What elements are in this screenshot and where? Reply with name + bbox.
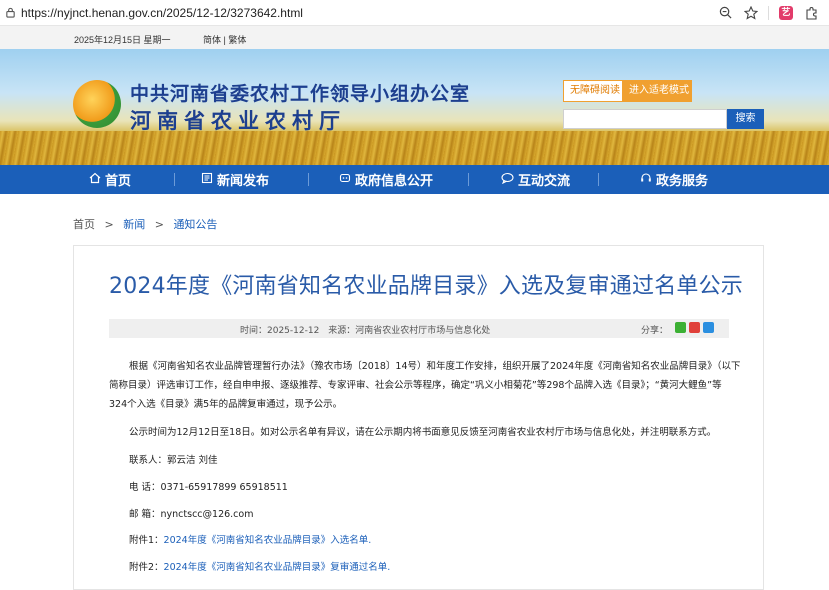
attachment-2: 附件2：2024年度《河南省知名农业品牌目录》复审通过名单. [129, 558, 390, 577]
nav-item-home[interactable]: 首页 [89, 165, 131, 194]
site-banner: 中共河南省委农村工作领导小组办公室 河南省农业农村厅 无障碍阅读 进入适老模式 … [0, 49, 829, 165]
nav-item-interaction[interactable]: 互动交流 [501, 165, 570, 194]
site-logo [73, 80, 121, 128]
extension-icon[interactable]: 艺 [777, 4, 795, 22]
lock-icon[interactable] [3, 6, 17, 20]
breadcrumb-home[interactable]: 首页 [73, 218, 95, 231]
contact-person: 联系人：郭云洁 刘佳 [129, 455, 218, 466]
site-title-line2: 河南省农业农村厅 [130, 108, 346, 133]
address-bar[interactable]: https://nyjnct.henan.gov.cn/2025/12-12/3… [21, 6, 716, 20]
nav-item-label: 政务服务 [656, 174, 709, 189]
chat-icon [501, 172, 514, 187]
news-icon [201, 172, 213, 187]
star-icon[interactable] [742, 4, 760, 22]
search-input[interactable] [563, 109, 727, 129]
article-paragraph: 公示时间为12月12日至18日。如对公示名单有异议，请在公示期内将书面意见反馈至… [129, 427, 717, 438]
home-icon [89, 172, 101, 187]
article-paragraph: 324个入选《目录》满5年的品牌复审通过，现予公示。 [109, 399, 343, 410]
contact-phone: 电 话：0371-65917899 65918511 [129, 482, 288, 493]
gov-info-icon [339, 172, 351, 187]
attachment-link[interactable]: 2024年度《河南省知名农业品牌目录》复审通过名单. [164, 562, 391, 573]
article-paragraph: 简称目录）评选审订工作，经自申申报、逐级推荐、专家评审、社会公示等程序，确定“巩… [109, 380, 722, 391]
attachment-link[interactable]: 2024年度《河南省知名农业品牌目录》入选名单. [164, 535, 372, 546]
accessible-reading-button[interactable]: 无障碍阅读 [563, 80, 623, 102]
wechat-share-icon[interactable] [675, 322, 686, 333]
language-switch[interactable]: 简体 | 繁体 [203, 33, 246, 46]
toolbar-divider [768, 5, 769, 20]
nav-item-label: 新闻发布 [217, 174, 270, 189]
breadcrumb-notices[interactable]: 通知公告 [173, 218, 217, 231]
article-box: 2024年度《河南省知名农业品牌目录》入选及复审通过名单公示 时间：2025-1… [73, 245, 764, 590]
service-icon [640, 172, 652, 187]
top-info-bar: 2025年12月15日 星期一 简体 | 繁体 [0, 26, 829, 49]
puzzle-icon[interactable] [803, 4, 821, 22]
breadcrumb-news[interactable]: 新闻 [123, 218, 145, 231]
nav-item-label: 互动交流 [518, 174, 571, 189]
main-nav: 首页 新闻发布 政府信息公开 互动交流 政务服务 [0, 165, 829, 194]
weibo-share-icon[interactable] [689, 322, 700, 333]
nav-item-label: 首页 [105, 174, 132, 189]
article-meta: 时间：2025-12-12 来源：河南省农业农村厅市场与信息化处 [240, 326, 491, 336]
nav-divider [598, 173, 599, 186]
nav-divider [308, 173, 309, 186]
attachment-label: 附件2： [129, 562, 164, 573]
qq-share-icon[interactable] [703, 322, 714, 333]
article-paragraph: 根据《河南省知名农业品牌管理暂行办法》（豫农市场〔2018〕14号）和年度工作安… [129, 361, 741, 372]
zoom-icon[interactable] [716, 4, 734, 22]
attachment-1: 附件1：2024年度《河南省知名农业品牌目录》入选名单. [129, 531, 371, 550]
browser-toolbar: https://nyjnct.henan.gov.cn/2025/12-12/3… [0, 0, 829, 26]
elder-mode-button[interactable]: 进入适老模式 [622, 80, 692, 102]
nav-item-gov-info[interactable]: 政府信息公开 [339, 165, 433, 194]
nav-item-label: 政府信息公开 [355, 174, 434, 189]
share-label: 分享： [641, 326, 669, 336]
nav-item-services[interactable]: 政务服务 [640, 165, 708, 194]
site-title-line1: 中共河南省委农村工作领导小组办公室 [130, 83, 471, 105]
article-title: 2024年度《河南省知名农业品牌目录》入选及复审通过名单公示 [109, 274, 743, 299]
nav-divider [468, 173, 469, 186]
search-button[interactable]: 搜索 [727, 109, 764, 129]
wheat-field-image [0, 131, 829, 165]
breadcrumb: 首页 > 新闻 > 通知公告 [73, 216, 223, 232]
nav-item-news[interactable]: 新闻发布 [201, 165, 269, 194]
attachment-label: 附件1： [129, 535, 164, 546]
contact-email: 邮 箱：nynctscc@126.com [129, 509, 254, 520]
nav-divider [174, 173, 175, 186]
current-date: 2025年12月15日 星期一 [74, 35, 171, 45]
breadcrumb-separator: > [154, 218, 164, 231]
breadcrumb-separator: > [104, 218, 114, 231]
article-meta-bar: 时间：2025-12-12 来源：河南省农业农村厅市场与信息化处 分享： [109, 319, 729, 338]
